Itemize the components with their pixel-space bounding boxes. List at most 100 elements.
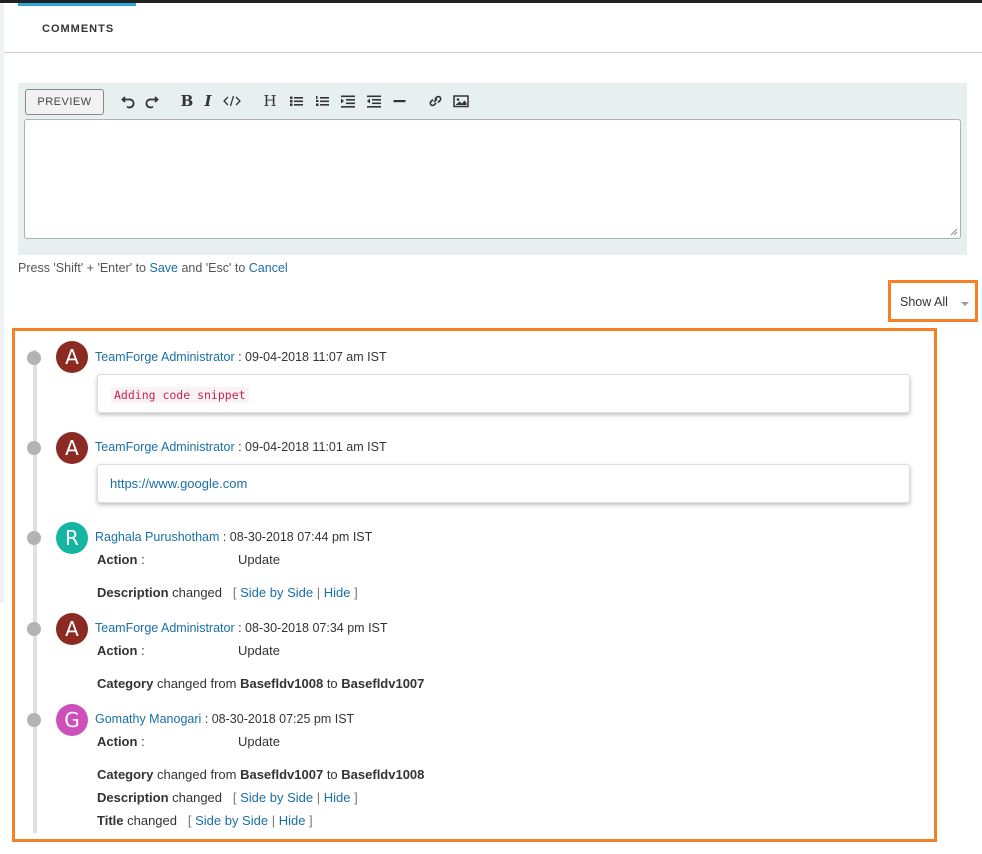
outdent-icon[interactable]	[366, 92, 382, 110]
change-text: changed	[123, 813, 177, 828]
left-edge	[0, 3, 4, 603]
author-link[interactable]: Raghala Purushotham	[95, 530, 219, 544]
author-link[interactable]: TeamForge Administrator	[95, 350, 235, 364]
hint-text-middle: and 'Esc' to	[177, 261, 249, 275]
separator: |	[268, 813, 279, 828]
action-value: Update	[238, 643, 280, 658]
change-field: Title	[97, 813, 124, 828]
tab-comments[interactable]: COMMENTS	[18, 3, 136, 53]
action-label: Action :	[97, 552, 145, 567]
keyboard-hint: Press 'Shift' + 'Enter' to Save and 'Esc…	[18, 261, 288, 275]
change-row: Description changed [ Side by Side | Hid…	[97, 790, 358, 805]
comment-link[interactable]: https://www.google.com	[110, 476, 247, 491]
hide-link[interactable]: Hide	[324, 585, 351, 600]
tab-bar: COMMENTS	[4, 3, 982, 53]
bracket: ]	[305, 813, 313, 828]
action-label-text: Action	[97, 643, 138, 658]
redo-icon[interactable]	[145, 92, 159, 110]
author-link[interactable]: TeamForge Administrator	[95, 621, 235, 635]
side-by-side-link[interactable]: Side by Side	[195, 813, 268, 828]
cancel-link[interactable]: Cancel	[249, 261, 288, 275]
bracket: [	[232, 585, 241, 600]
indent-icon[interactable]	[340, 92, 356, 110]
action-colon: :	[137, 643, 145, 658]
code-icon[interactable]	[223, 92, 241, 110]
timestamp: : 09-04-2018 11:01 am IST	[234, 440, 387, 454]
filter-dropdown[interactable]: Show All	[888, 280, 978, 322]
action-colon: :	[137, 734, 145, 749]
timeline-dot	[27, 622, 41, 636]
undo-icon[interactable]	[121, 92, 135, 110]
change-text: changed	[168, 585, 223, 600]
caret-down-icon	[961, 302, 969, 306]
change-text: changed	[168, 790, 223, 805]
action-label-text: Action	[97, 734, 138, 749]
link-icon[interactable]	[428, 92, 443, 110]
author-link[interactable]: Gomathy Manogari	[95, 712, 201, 726]
timestamp: : 08-30-2018 07:25 pm IST	[201, 712, 355, 726]
avatar: A	[56, 341, 88, 373]
change-text: changed from	[153, 767, 241, 782]
comment-editor: PREVIEW B I H	[18, 83, 967, 255]
timestamp: : 09-04-2018 11:07 am IST	[234, 350, 387, 364]
resize-handle-icon[interactable]	[950, 228, 958, 236]
separator: |	[313, 585, 324, 600]
change-to-word: to	[323, 767, 342, 782]
action-value: Update	[238, 552, 280, 567]
hide-link[interactable]: Hide	[279, 813, 306, 828]
change-row: Title changed [ Side by Side | Hide ]	[97, 813, 313, 828]
author-link[interactable]: TeamForge Administrator	[95, 440, 235, 454]
heading-icon[interactable]: H	[262, 92, 278, 110]
bold-icon[interactable]: B	[180, 92, 194, 110]
horizontal-rule-icon[interactable]	[393, 92, 406, 110]
timeline-dot	[27, 441, 41, 455]
comment-textarea[interactable]	[24, 119, 961, 239]
change-field: Category	[97, 767, 154, 782]
image-icon[interactable]	[453, 92, 469, 110]
action-label: Action :	[97, 643, 145, 658]
side-by-side-link[interactable]: Side by Side	[240, 790, 313, 805]
action-value: Update	[238, 734, 280, 749]
change-field: Description	[97, 790, 169, 805]
separator: |	[313, 790, 324, 805]
change-row: Category changed from Basefldv1007 to Ba…	[97, 767, 424, 782]
timestamp: : 08-30-2018 07:44 pm IST	[219, 530, 373, 544]
change-to: Basefldv1008	[341, 767, 425, 782]
timestamp: : 08-30-2018 07:34 pm IST	[234, 621, 388, 635]
entry-header: TeamForge Administrator : 08-30-2018 07:…	[95, 621, 388, 635]
preview-button[interactable]: PREVIEW	[25, 89, 104, 115]
avatar: G	[56, 704, 88, 736]
italic-icon[interactable]: I	[202, 92, 214, 110]
avatar: A	[56, 432, 88, 464]
timeline-dot	[27, 351, 41, 365]
entry-header: TeamForge Administrator : 09-04-2018 11:…	[95, 350, 387, 364]
change-from: Basefldv1007	[240, 767, 324, 782]
code-snippet: Adding code snippet	[111, 387, 249, 403]
change-field: Category	[97, 676, 154, 691]
numbered-list-icon[interactable]	[315, 92, 330, 110]
change-to: Basefldv1007	[341, 676, 425, 691]
timeline-dot	[27, 713, 41, 727]
action-label: Action :	[97, 734, 145, 749]
timeline-dot	[27, 531, 41, 545]
hint-text: Press 'Shift' + 'Enter' to	[18, 261, 150, 275]
comment-bubble: https://www.google.com	[97, 464, 910, 503]
hide-link[interactable]: Hide	[324, 790, 351, 805]
filter-selected-value: Show All	[900, 295, 948, 309]
timeline-line	[33, 350, 37, 833]
entry-header: Raghala Purushotham : 08-30-2018 07:44 p…	[95, 530, 372, 544]
side-by-side-link[interactable]: Side by Side	[240, 585, 313, 600]
bracket: ]	[350, 790, 358, 805]
bullet-list-icon[interactable]	[289, 92, 304, 110]
change-row: Description changed [ Side by Side | Hid…	[97, 585, 358, 600]
bracket: [	[232, 790, 241, 805]
action-label-text: Action	[97, 552, 138, 567]
save-link[interactable]: Save	[149, 261, 178, 275]
tab-comments-label: COMMENTS	[42, 23, 115, 35]
entry-header: Gomathy Manogari : 08-30-2018 07:25 pm I…	[95, 712, 354, 726]
change-row: Category changed from Basefldv1008 to Ba…	[97, 676, 424, 691]
change-from: Basefldv1008	[240, 676, 324, 691]
change-to-word: to	[323, 676, 342, 691]
avatar: A	[56, 613, 88, 645]
entry-header: TeamForge Administrator : 09-04-2018 11:…	[95, 440, 387, 454]
